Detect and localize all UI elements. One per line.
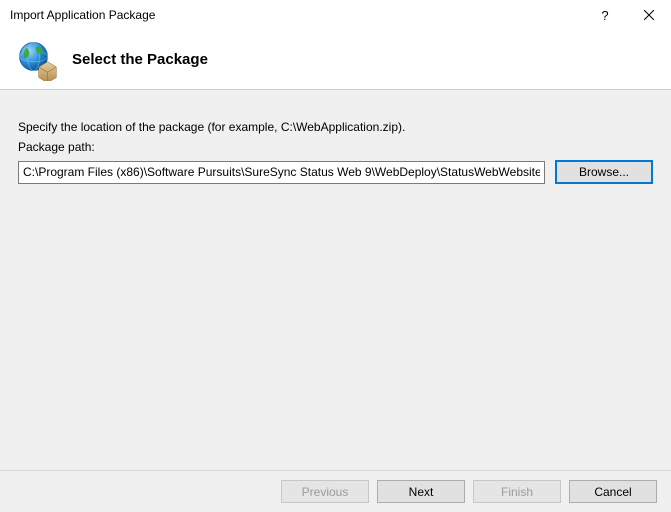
help-icon: ? xyxy=(601,8,608,23)
previous-button: Previous xyxy=(281,480,369,503)
close-icon xyxy=(644,10,654,20)
instruction-text: Specify the location of the package (for… xyxy=(18,120,653,134)
wizard-content: Specify the location of the package (for… xyxy=(0,90,671,470)
help-button[interactable]: ? xyxy=(583,0,627,30)
page-title: Select the Package xyxy=(72,51,208,68)
package-path-input[interactable] xyxy=(18,161,545,184)
cancel-button[interactable]: Cancel xyxy=(569,480,657,503)
globe-package-icon xyxy=(16,39,58,81)
finish-button: Finish xyxy=(473,480,561,503)
wizard-footer: Previous Next Finish Cancel xyxy=(0,470,671,512)
package-path-label: Package path: xyxy=(18,140,653,154)
browse-button[interactable]: Browse... xyxy=(555,160,653,184)
wizard-header: Select the Package xyxy=(0,30,671,90)
window-title: Import Application Package xyxy=(10,8,583,22)
titlebar: Import Application Package ? xyxy=(0,0,671,30)
close-button[interactable] xyxy=(627,0,671,30)
next-button[interactable]: Next xyxy=(377,480,465,503)
package-path-row: Browse... xyxy=(18,160,653,184)
